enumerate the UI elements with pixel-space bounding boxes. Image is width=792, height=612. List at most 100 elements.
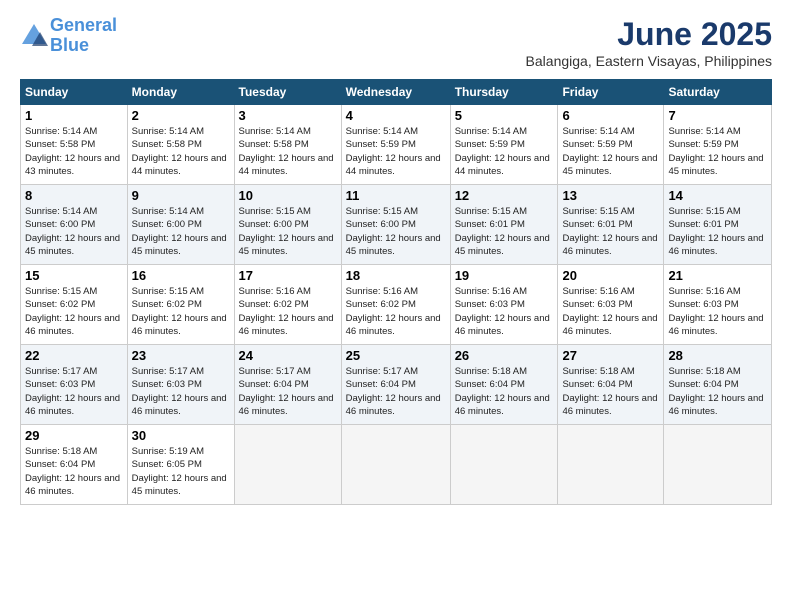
- table-row: [664, 425, 772, 505]
- table-row: [558, 425, 664, 505]
- calendar-week-row: 22 Sunrise: 5:17 AMSunset: 6:03 PMDayligh…: [21, 345, 772, 425]
- table-row: 5 Sunrise: 5:14 AMSunset: 5:59 PMDaylight…: [450, 105, 558, 185]
- day-info: Sunrise: 5:17 AMSunset: 6:03 PMDaylight:…: [25, 365, 123, 418]
- location: Balangiga, Eastern Visayas, Philippines: [526, 53, 772, 69]
- day-number: 19: [455, 268, 554, 283]
- day-info: Sunrise: 5:15 AMSunset: 6:00 PMDaylight:…: [346, 205, 446, 258]
- table-row: 7Sunrise: 5:14 AMSunset: 5:59 PMDaylight…: [664, 105, 772, 185]
- day-number: 6: [562, 108, 659, 123]
- day-info: Sunrise: 5:15 AMSunset: 6:02 PMDaylight:…: [25, 285, 123, 338]
- day-info: Sunrise: 5:16 AMSunset: 6:03 PMDaylight:…: [455, 285, 554, 338]
- day-number: 2: [132, 108, 230, 123]
- table-row: [450, 425, 558, 505]
- day-info: Sunrise: 5:17 AMSunset: 6:04 PMDaylight:…: [239, 365, 337, 418]
- day-number: 1: [25, 108, 123, 123]
- day-number: 24: [239, 348, 337, 363]
- day-info: Sunrise: 5:15 AMSunset: 6:01 PMDaylight:…: [562, 205, 659, 258]
- day-number: 28: [668, 348, 767, 363]
- day-info: Sunrise: 5:14 AMSunset: 5:59 PMDaylight:…: [346, 125, 446, 178]
- day-info: Sunrise: 5:14 AMSunset: 5:59 PMDaylight:…: [455, 125, 554, 178]
- table-row: [234, 425, 341, 505]
- table-row: 20 Sunrise: 5:16 AMSunset: 6:03 PMDayligh…: [558, 265, 664, 345]
- day-info: Sunrise: 5:15 AMSunset: 6:00 PMDaylight:…: [239, 205, 337, 258]
- header: General Blue June 2025 Balangiga, Easter…: [20, 16, 772, 69]
- table-row: 1 Sunrise: 5:14 AMSunset: 5:58 PMDaylight…: [21, 105, 128, 185]
- col-saturday: Saturday: [664, 80, 772, 105]
- table-row: 29Sunrise: 5:18 AMSunset: 6:04 PMDayligh…: [21, 425, 128, 505]
- day-info: Sunrise: 5:18 AMSunset: 6:04 PMDaylight:…: [562, 365, 659, 418]
- day-number: 27: [562, 348, 659, 363]
- day-number: 9: [132, 188, 230, 203]
- title-block: June 2025 Balangiga, Eastern Visayas, Ph…: [526, 16, 772, 69]
- logo-icon: [20, 22, 48, 50]
- day-info: Sunrise: 5:16 AMSunset: 6:03 PMDaylight:…: [668, 285, 767, 338]
- table-row: 9 Sunrise: 5:14 AMSunset: 6:00 PMDaylight…: [127, 185, 234, 265]
- logo-text: General Blue: [50, 16, 117, 56]
- day-number: 14: [668, 188, 767, 203]
- month-year: June 2025: [526, 16, 772, 53]
- table-row: 18 Sunrise: 5:16 AMSunset: 6:02 PMDayligh…: [341, 265, 450, 345]
- col-thursday: Thursday: [450, 80, 558, 105]
- table-row: 6 Sunrise: 5:14 AMSunset: 5:59 PMDaylight…: [558, 105, 664, 185]
- day-info: Sunrise: 5:16 AMSunset: 6:02 PMDaylight:…: [346, 285, 446, 338]
- calendar-week-row: 1 Sunrise: 5:14 AMSunset: 5:58 PMDaylight…: [21, 105, 772, 185]
- day-info: Sunrise: 5:15 AMSunset: 6:02 PMDaylight:…: [132, 285, 230, 338]
- day-number: 23: [132, 348, 230, 363]
- day-info: Sunrise: 5:14 AMSunset: 5:59 PMDaylight:…: [668, 125, 767, 178]
- table-row: 23 Sunrise: 5:17 AMSunset: 6:03 PMDayligh…: [127, 345, 234, 425]
- day-number: 18: [346, 268, 446, 283]
- day-info: Sunrise: 5:16 AMSunset: 6:02 PMDaylight:…: [239, 285, 337, 338]
- day-number: 3: [239, 108, 337, 123]
- col-tuesday: Tuesday: [234, 80, 341, 105]
- table-row: 22 Sunrise: 5:17 AMSunset: 6:03 PMDayligh…: [21, 345, 128, 425]
- table-row: 21 Sunrise: 5:16 AMSunset: 6:03 PMDayligh…: [664, 265, 772, 345]
- day-info: Sunrise: 5:15 AMSunset: 6:01 PMDaylight:…: [455, 205, 554, 258]
- calendar-header-row: Sunday Monday Tuesday Wednesday Thursday…: [21, 80, 772, 105]
- col-monday: Monday: [127, 80, 234, 105]
- day-number: 5: [455, 108, 554, 123]
- day-info: Sunrise: 5:14 AMSunset: 5:58 PMDaylight:…: [132, 125, 230, 178]
- day-info: Sunrise: 5:17 AMSunset: 6:03 PMDaylight:…: [132, 365, 230, 418]
- table-row: 15 Sunrise: 5:15 AMSunset: 6:02 PMDayligh…: [21, 265, 128, 345]
- day-info: Sunrise: 5:14 AMSunset: 5:58 PMDaylight:…: [25, 125, 123, 178]
- col-sunday: Sunday: [21, 80, 128, 105]
- table-row: 30 Sunrise: 5:19 AMSunset: 6:05 PMDayligh…: [127, 425, 234, 505]
- day-number: 26: [455, 348, 554, 363]
- day-number: 15: [25, 268, 123, 283]
- table-row: 26 Sunrise: 5:18 AMSunset: 6:04 PMDayligh…: [450, 345, 558, 425]
- table-row: 3 Sunrise: 5:14 AMSunset: 5:58 PMDaylight…: [234, 105, 341, 185]
- day-info: Sunrise: 5:19 AMSunset: 6:05 PMDaylight:…: [132, 445, 230, 498]
- day-number: 30: [132, 428, 230, 443]
- day-number: 20: [562, 268, 659, 283]
- day-info: Sunrise: 5:14 AMSunset: 5:59 PMDaylight:…: [562, 125, 659, 178]
- table-row: 19 Sunrise: 5:16 AMSunset: 6:03 PMDayligh…: [450, 265, 558, 345]
- day-number: 4: [346, 108, 446, 123]
- day-info: Sunrise: 5:17 AMSunset: 6:04 PMDaylight:…: [346, 365, 446, 418]
- calendar-table: Sunday Monday Tuesday Wednesday Thursday…: [20, 79, 772, 505]
- day-number: 22: [25, 348, 123, 363]
- day-info: Sunrise: 5:16 AMSunset: 6:03 PMDaylight:…: [562, 285, 659, 338]
- table-row: 16 Sunrise: 5:15 AMSunset: 6:02 PMDayligh…: [127, 265, 234, 345]
- day-number: 11: [346, 188, 446, 203]
- day-number: 17: [239, 268, 337, 283]
- day-number: 13: [562, 188, 659, 203]
- table-row: 11 Sunrise: 5:15 AMSunset: 6:00 PMDayligh…: [341, 185, 450, 265]
- logo: General Blue: [20, 16, 117, 56]
- day-number: 10: [239, 188, 337, 203]
- table-row: 24 Sunrise: 5:17 AMSunset: 6:04 PMDayligh…: [234, 345, 341, 425]
- day-number: 16: [132, 268, 230, 283]
- day-number: 25: [346, 348, 446, 363]
- day-info: Sunrise: 5:14 AMSunset: 6:00 PMDaylight:…: [25, 205, 123, 258]
- day-info: Sunrise: 5:18 AMSunset: 6:04 PMDaylight:…: [25, 445, 123, 498]
- table-row: [341, 425, 450, 505]
- table-row: 4 Sunrise: 5:14 AMSunset: 5:59 PMDaylight…: [341, 105, 450, 185]
- table-row: 13 Sunrise: 5:15 AMSunset: 6:01 PMDayligh…: [558, 185, 664, 265]
- calendar-week-row: 8 Sunrise: 5:14 AMSunset: 6:00 PMDaylight…: [21, 185, 772, 265]
- day-info: Sunrise: 5:14 AMSunset: 6:00 PMDaylight:…: [132, 205, 230, 258]
- day-info: Sunrise: 5:14 AMSunset: 5:58 PMDaylight:…: [239, 125, 337, 178]
- day-number: 8: [25, 188, 123, 203]
- day-info: Sunrise: 5:18 AMSunset: 6:04 PMDaylight:…: [455, 365, 554, 418]
- day-number: 21: [668, 268, 767, 283]
- table-row: 12Sunrise: 5:15 AMSunset: 6:01 PMDayligh…: [450, 185, 558, 265]
- table-row: 27 Sunrise: 5:18 AMSunset: 6:04 PMDayligh…: [558, 345, 664, 425]
